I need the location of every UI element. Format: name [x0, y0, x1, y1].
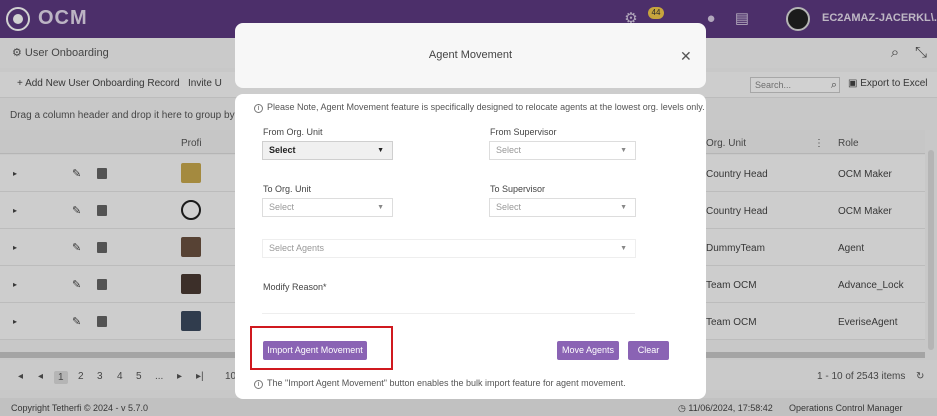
close-icon[interactable]: ✕ [680, 48, 692, 65]
to-org-unit-select[interactable]: Select ▼ [262, 198, 393, 217]
modify-reason-label: Modify Reason* [263, 282, 327, 292]
from-supervisor-label: From Supervisor [490, 127, 557, 137]
caret-down-icon: ▼ [620, 245, 627, 252]
to-supervisor-label: To Supervisor [490, 184, 546, 194]
from-org-unit-label: From Org. Unit [263, 127, 323, 137]
from-org-unit-select[interactable]: Select ▼ [262, 141, 393, 160]
caret-down-icon: ▼ [620, 147, 627, 154]
caret-down-icon: ▼ [377, 204, 384, 211]
caret-down-icon: ▼ [620, 204, 627, 211]
info-icon: i [254, 104, 263, 113]
to-org-unit-label: To Org. Unit [263, 184, 312, 194]
clear-button[interactable]: Clear [628, 341, 669, 360]
import-agent-movement-button[interactable]: Import Agent Movement [263, 341, 367, 360]
modal-title: Agent Movement [428, 49, 513, 61]
caret-down-icon: ▼ [377, 147, 384, 154]
feature-note: i Please Note, Agent Movement feature is … [254, 102, 705, 113]
info-icon: i [254, 380, 263, 389]
from-supervisor-select[interactable]: Select ▼ [489, 141, 636, 160]
modify-reason-input[interactable] [262, 294, 635, 314]
import-hint: i The "Import Agent Movement" button enab… [254, 378, 626, 389]
to-supervisor-select[interactable]: Select ▼ [489, 198, 636, 217]
select-agents-dropdown[interactable]: Select Agents ▼ [262, 239, 636, 258]
move-agents-button[interactable]: Move Agents [557, 341, 619, 360]
